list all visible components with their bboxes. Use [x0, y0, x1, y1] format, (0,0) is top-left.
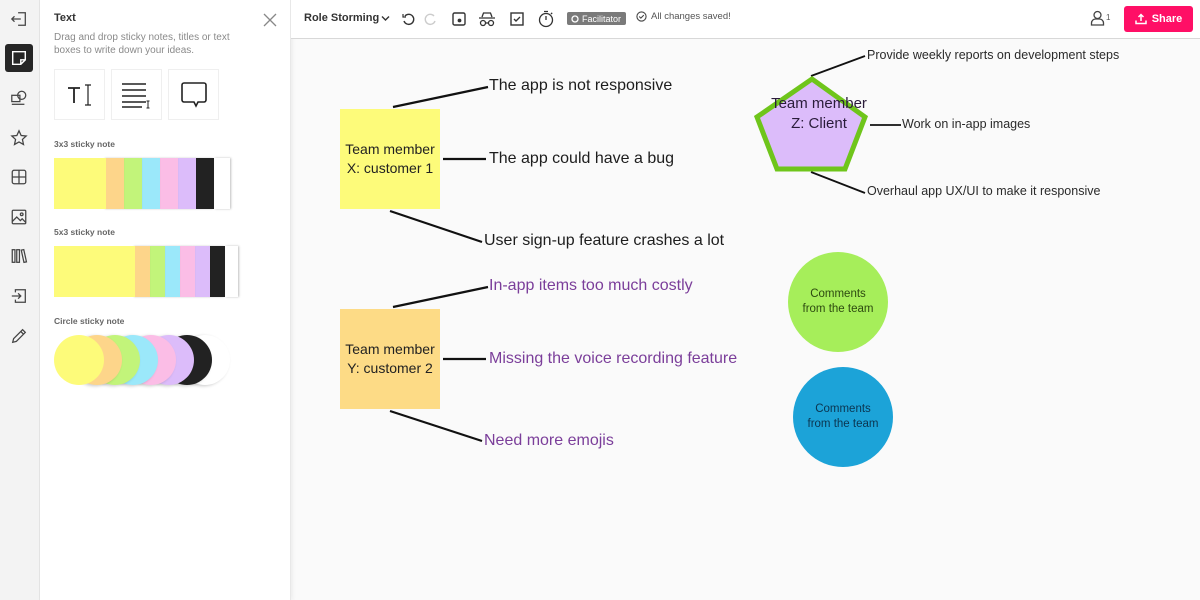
paragraph-icon	[121, 82, 149, 108]
sticky-swatch[interactable]	[225, 246, 238, 297]
image-icon	[11, 209, 27, 225]
speech-bubble-tool[interactable]	[168, 69, 219, 120]
sticky-note-icon	[11, 50, 27, 66]
text-panel: Text Drag and drop sticky notes, titles …	[40, 0, 291, 600]
shapes-tool[interactable]	[5, 84, 33, 112]
panel-title: Text	[54, 12, 76, 24]
grid-tool[interactable]	[5, 163, 33, 191]
board-title[interactable]: Role Storming	[304, 12, 379, 24]
user-count: 1	[1106, 13, 1111, 22]
share-button[interactable]: Share	[1124, 6, 1193, 32]
import-tool[interactable]	[5, 282, 33, 310]
sticky-swatch[interactable]	[180, 246, 195, 297]
sticky-swatch[interactable]	[54, 246, 135, 297]
image-tool[interactable]	[5, 203, 33, 231]
speech-bubble-icon	[180, 81, 207, 108]
sticky-swatch[interactable]	[106, 158, 124, 209]
library-tool[interactable]	[5, 242, 33, 270]
panel-description: Drag and drop sticky notes, titles or te…	[54, 32, 230, 56]
user-icon	[1090, 10, 1105, 26]
section-label-3x3: 3x3 sticky note	[54, 139, 115, 149]
sticky-swatch[interactable]	[160, 158, 178, 209]
sticky-note-member-x[interactable]: Team member X: customer 1	[340, 109, 440, 209]
text-box-tool[interactable]	[111, 69, 162, 120]
check-circle-icon	[636, 11, 647, 22]
comment-label[interactable]: Need more emojis	[484, 432, 614, 450]
circle-note-green[interactable]: Comments from the team	[788, 252, 888, 352]
facilitator-badge[interactable]: Facilitator	[567, 12, 627, 25]
comment-label[interactable]: User sign-up feature crashes a lot	[484, 232, 724, 250]
text-cursor-icon	[67, 83, 91, 106]
tool-rail	[0, 0, 40, 600]
star-icon	[10, 129, 28, 146]
voting-button[interactable]	[507, 9, 527, 29]
sticky-swatch[interactable]	[196, 158, 214, 209]
sticky-3x3-row	[54, 158, 238, 209]
sticky-5x3-row	[54, 246, 244, 297]
frame-icon	[452, 12, 466, 26]
comment-label[interactable]: Missing the voice recording feature	[489, 350, 737, 368]
timer-icon	[538, 10, 554, 28]
frame-button[interactable]	[449, 9, 469, 29]
comment-label[interactable]: In-app items too much costly	[489, 277, 693, 295]
sticky-swatch[interactable]	[195, 246, 210, 297]
redo-icon	[424, 13, 436, 26]
library-icon	[11, 248, 28, 264]
undo-icon	[402, 13, 415, 26]
comment-label[interactable]: Work on in-app images	[902, 117, 1030, 131]
sticky-note-member-y[interactable]: Team member Y: customer 2	[340, 309, 440, 409]
circle-swatch[interactable]	[54, 335, 104, 385]
exit-icon	[10, 12, 26, 26]
share-label: Share	[1151, 13, 1183, 25]
comment-label[interactable]: The app is not responsive	[489, 77, 672, 95]
sticky-swatch[interactable]	[54, 158, 106, 209]
shapes-icon	[11, 90, 27, 105]
incognito-button[interactable]	[477, 9, 497, 29]
undo-button[interactable]	[399, 9, 419, 29]
save-status: All changes saved!	[636, 11, 731, 22]
section-label-circle: Circle sticky note	[54, 316, 125, 326]
import-icon	[11, 289, 26, 303]
text-title-tool[interactable]	[54, 69, 105, 120]
timer-button[interactable]	[536, 9, 556, 29]
pencil-icon	[11, 328, 27, 344]
comment-label[interactable]: Overhaul app UX/UI to make it responsive	[867, 184, 1100, 198]
chevron-down-icon[interactable]	[381, 15, 390, 22]
sticky-swatch[interactable]	[124, 158, 142, 209]
checkbox-icon	[510, 12, 524, 26]
sticky-swatch[interactable]	[214, 158, 230, 209]
comment-label[interactable]: The app could have a bug	[489, 150, 674, 168]
exit-button[interactable]	[5, 5, 33, 33]
sticky-swatch[interactable]	[150, 246, 165, 297]
redo-button[interactable]	[420, 9, 440, 29]
sticky-swatch[interactable]	[210, 246, 225, 297]
collaborators[interactable]: 1	[1090, 10, 1110, 26]
sticky-note-tool[interactable]	[5, 44, 33, 72]
pencil-tool[interactable]	[5, 322, 33, 350]
section-label-5x3: 5x3 sticky note	[54, 227, 115, 237]
pentagon-label: Team member Z: Client	[771, 95, 867, 132]
star-tool[interactable]	[5, 124, 33, 152]
sticky-swatch[interactable]	[135, 246, 150, 297]
upload-icon	[1134, 13, 1147, 25]
grid-icon	[11, 169, 27, 185]
facilitator-label: Facilitator	[582, 13, 622, 24]
top-bar: Role Storming Facilitator All changes sa…	[291, 0, 1200, 39]
sticky-swatch[interactable]	[142, 158, 160, 209]
comment-label[interactable]: Provide weekly reports on development st…	[867, 48, 1119, 62]
circle-note-blue[interactable]: Comments from the team	[793, 367, 893, 467]
incognito-icon	[479, 12, 495, 27]
sticky-swatch[interactable]	[178, 158, 196, 209]
close-icon[interactable]	[262, 12, 278, 28]
circle-icon	[571, 14, 579, 23]
sticky-swatch[interactable]	[165, 246, 180, 297]
save-status-text: All changes saved!	[651, 11, 731, 22]
